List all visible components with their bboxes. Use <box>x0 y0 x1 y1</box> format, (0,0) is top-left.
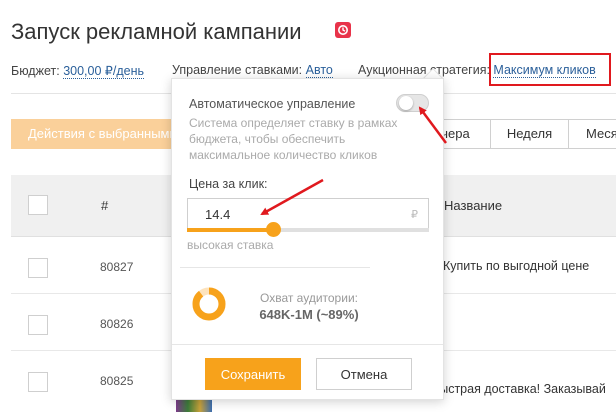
auto-management-label: Автоматическое управление <box>189 97 356 111</box>
toggle-knob <box>399 96 413 110</box>
auction-strategy-label: Аукционная стратегия: <box>358 63 490 77</box>
audience-reach-label: Охват аудитории: <box>260 291 358 305</box>
strategy-popup: Автоматическое управление Система опреде… <box>171 78 444 400</box>
row-text: Купить по выгодной цене <box>443 259 590 273</box>
row-number: 80825 <box>100 374 134 388</box>
column-name[interactable]: Название <box>444 198 502 213</box>
bid-management-setting: Управление ставками: Авто <box>172 63 333 78</box>
row-text: Быстрая доставка! Заказывай <box>431 382 606 396</box>
period-week[interactable]: Неделя <box>490 119 569 149</box>
select-all-checkbox[interactable] <box>28 195 48 215</box>
page-title: Запуск рекламной кампании <box>11 19 302 44</box>
audience-reach-donut <box>192 287 226 321</box>
campaign-badge-icon[interactable] <box>335 22 351 38</box>
budget-link[interactable]: 300,00 ₽/день <box>63 64 144 79</box>
divider <box>172 344 443 345</box>
auto-management-description: Система определяет ставку в рамках бюдже… <box>189 116 398 162</box>
bid-management-label: Управление ставками: <box>172 63 303 77</box>
price-per-click-input[interactable] <box>187 198 429 230</box>
strategy-highlight-box <box>489 53 611 86</box>
audience-reach-value: 648K-1M (~89%) <box>259 307 359 322</box>
bid-slider-handle[interactable] <box>266 222 281 237</box>
column-number[interactable]: # <box>101 198 108 213</box>
price-per-click-label: Цена за клик: <box>189 177 268 191</box>
period-month[interactable]: Месяц <box>568 119 616 149</box>
bid-level-hint: высокая ставка <box>187 238 274 252</box>
bid-slider-fill <box>187 228 274 232</box>
row-number: 80827 <box>100 260 134 274</box>
auto-management-toggle[interactable] <box>396 94 429 112</box>
budget-label: Бюджет: <box>11 64 60 78</box>
bid-slider-track[interactable] <box>187 228 429 232</box>
row-checkbox[interactable] <box>28 315 48 335</box>
row-number: 80826 <box>100 317 134 331</box>
row-checkbox[interactable] <box>28 372 48 392</box>
bid-management-link[interactable]: Авто <box>305 63 333 78</box>
cancel-button[interactable]: Отмена <box>316 358 412 390</box>
save-button[interactable]: Сохранить <box>205 358 301 390</box>
donut-fill <box>192 287 226 321</box>
divider <box>180 267 370 268</box>
bulk-actions-button[interactable]: Действия с выбранными <box>11 119 181 149</box>
budget-setting: Бюджет: 300,00 ₽/день <box>11 63 144 79</box>
ruble-icon: ₽ <box>411 209 418 221</box>
row-checkbox[interactable] <box>28 258 48 278</box>
